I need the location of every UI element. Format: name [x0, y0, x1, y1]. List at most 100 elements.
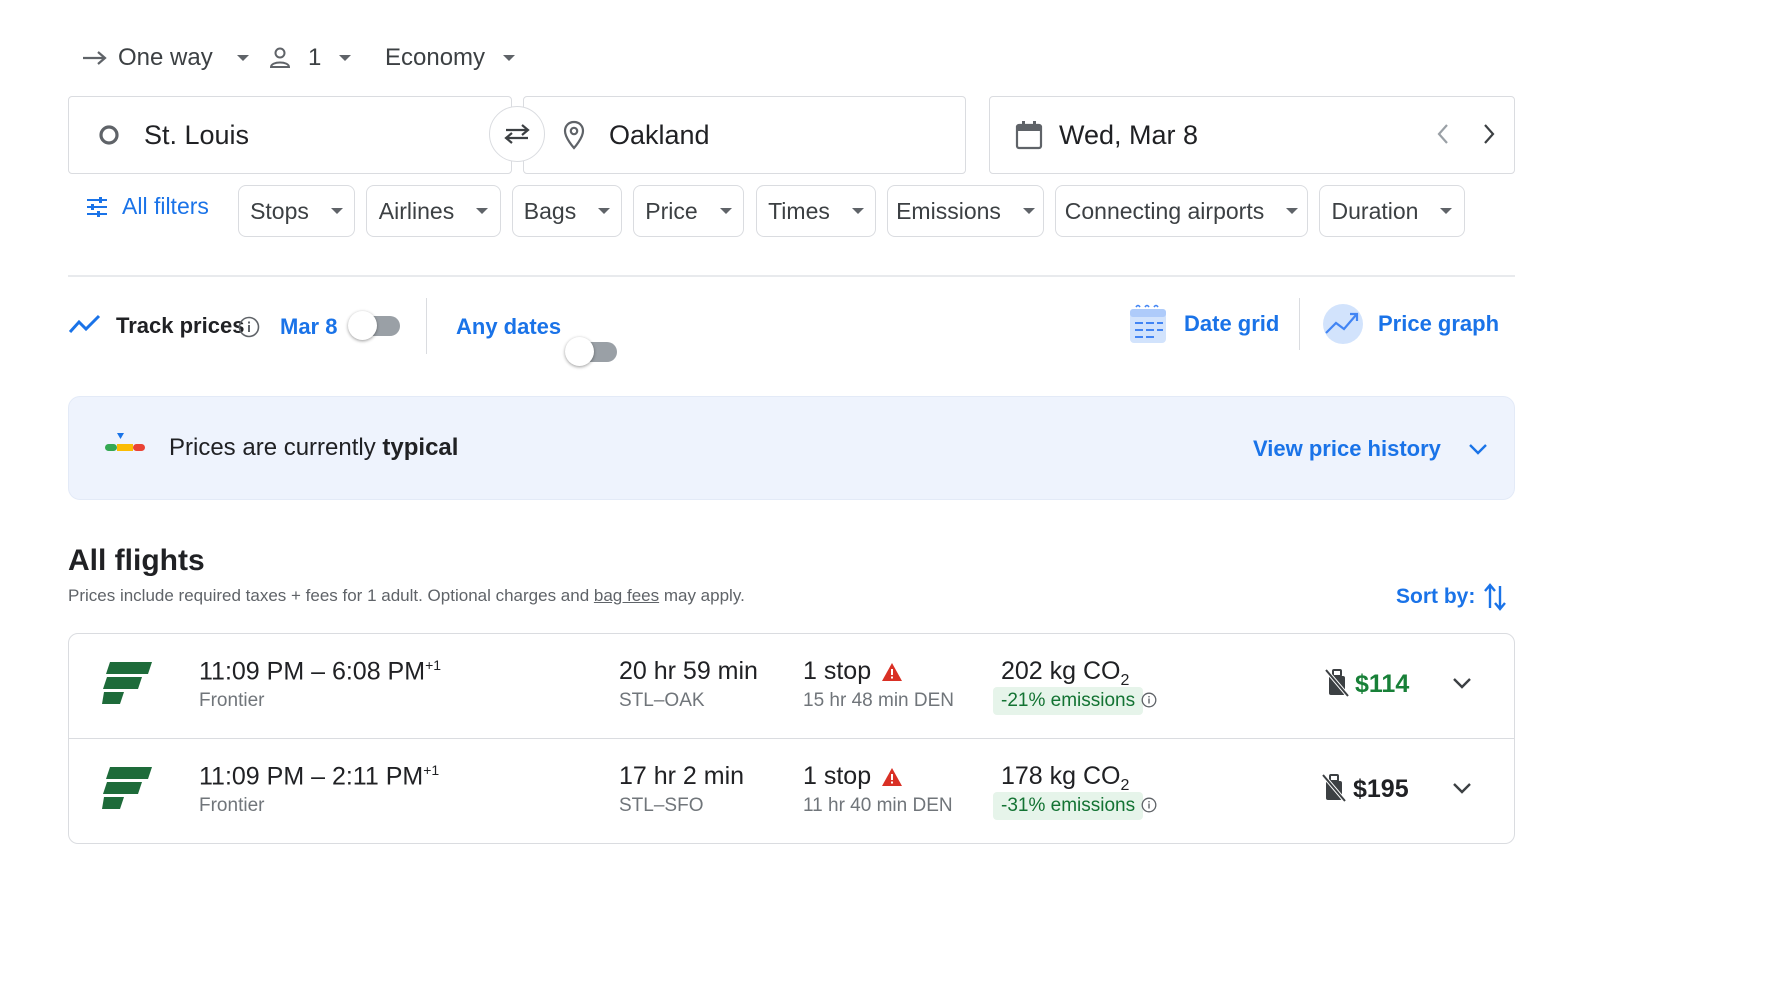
filter-chip-airlines[interactable]: Airlines	[366, 185, 501, 237]
price-graph-label: Price graph	[1378, 311, 1500, 336]
chip-label: Price	[645, 197, 698, 224]
expand-button[interactable]	[1451, 781, 1473, 800]
filter-chip-times[interactable]: Times	[756, 185, 876, 237]
all-filters-button[interactable]: All filters	[86, 193, 209, 220]
chip-label: Bags	[523, 197, 577, 224]
track-prices-toggle[interactable]	[348, 311, 400, 340]
next-date-button[interactable]	[1479, 120, 1499, 153]
co2-amount: 178 kg CO2	[1001, 762, 1129, 795]
layover-info: 11 hr 40 min DEN	[803, 795, 953, 816]
any-dates-label: Any dates	[456, 314, 562, 339]
co2-amount: 202 kg CO2	[1001, 657, 1129, 690]
info-icon[interactable]	[1141, 797, 1157, 818]
expand-button[interactable]	[1451, 676, 1473, 695]
stops-info: 1 stop	[803, 762, 903, 791]
section-title: All flights	[68, 544, 205, 577]
chevron-down-icon	[503, 55, 516, 61]
chevron-down-icon	[1022, 208, 1035, 214]
class-select[interactable]: Economy	[385, 44, 516, 72]
passengers-select[interactable]: 1	[268, 44, 352, 72]
filter-chip-bags[interactable]: Bags	[512, 185, 622, 237]
divider	[68, 275, 1515, 277]
filter-chip-emissions[interactable]: Emissions	[887, 185, 1044, 237]
no-carry-on-icon	[1321, 773, 1347, 808]
disclaimer-text: Prices include required taxes + fees for…	[68, 586, 594, 605]
emissions-badge: -21% emissions	[993, 687, 1144, 715]
flight-times-text: 11:09 PM – 2:11 PM	[199, 762, 424, 791]
origin-value: St. Louis	[144, 119, 250, 150]
chevron-down-icon	[719, 208, 732, 214]
origin-field[interactable]: St. Louis	[68, 96, 512, 174]
warning-icon	[882, 767, 903, 786]
all-filters-label: All filters	[122, 193, 209, 219]
emissions-badge: -31% emissions	[993, 792, 1144, 820]
flight-duration: 20 hr 59 min	[619, 657, 758, 685]
destination-field[interactable]: Oakland	[523, 96, 966, 174]
plus-day: +1	[425, 657, 442, 673]
bag-fees-link[interactable]: bag fees	[594, 586, 659, 605]
trend-icon	[68, 312, 102, 341]
filter-chip-price[interactable]: Price	[633, 185, 744, 237]
sort-icon	[1484, 583, 1507, 611]
circle-icon	[99, 125, 119, 145]
filter-chip-connecting-airports[interactable]: Connecting airports	[1055, 185, 1308, 237]
flight-route: STL–SFO	[619, 795, 704, 816]
flight-times: 11:09 PM – 6:08 PM+1	[199, 657, 441, 686]
chevron-down-icon	[1286, 208, 1299, 214]
chip-label: Connecting airports	[1064, 197, 1265, 224]
disclaimer-text-end: may apply.	[659, 586, 745, 605]
chevron-down-icon	[598, 208, 611, 214]
chevron-down-icon	[339, 55, 352, 61]
layover-info: 15 hr 48 min DEN	[803, 690, 955, 711]
sort-label: Sort by:	[1396, 585, 1476, 608]
date-grid-button[interactable]: Date grid	[1128, 303, 1279, 345]
price-insight-prefix: Prices are currently	[169, 434, 383, 461]
chevron-down-icon	[851, 208, 864, 214]
flight-duration: 17 hr 2 min	[619, 762, 745, 790]
chip-label: Times	[768, 197, 830, 224]
any-dates-toggle[interactable]	[565, 337, 617, 366]
class-label: Economy	[385, 44, 486, 71]
flight-route: STL–OAK	[619, 690, 705, 711]
frontier-logo-icon	[102, 662, 154, 711]
sort-button[interactable]: Sort by:	[1396, 582, 1507, 612]
plus-day: +1	[423, 762, 440, 778]
trip-type-select[interactable]: One way	[82, 44, 249, 72]
price-graph-button[interactable]: Price graph	[1322, 303, 1499, 345]
view-price-history-label: View price history	[1253, 436, 1441, 461]
chevron-right-icon	[1484, 124, 1495, 144]
chip-label: Duration	[1331, 197, 1419, 224]
stops-info: 1 stop	[803, 657, 903, 686]
arrow-right-icon	[83, 51, 107, 65]
filter-chip-duration[interactable]: Duration	[1319, 185, 1465, 237]
co2-text: 202 kg CO	[1001, 657, 1121, 685]
chevron-down-icon	[1469, 444, 1487, 455]
track-prices-label: Track prices	[116, 313, 245, 338]
stops-count: 1 stop	[803, 762, 872, 790]
calendar-icon	[1015, 121, 1043, 150]
divider	[1299, 298, 1300, 350]
trip-type-label: One way	[118, 44, 213, 71]
filter-chip-stops[interactable]: Stops	[238, 185, 355, 237]
info-icon[interactable]	[238, 316, 260, 343]
divider	[426, 298, 427, 354]
tune-icon	[87, 196, 107, 217]
price-graph-icon	[1323, 304, 1363, 344]
chevron-down-icon	[1453, 678, 1471, 689]
track-date: Mar 8	[280, 314, 338, 339]
swap-icon	[504, 124, 530, 144]
location-pin-icon	[563, 120, 585, 150]
flight-price: $195	[1353, 775, 1409, 803]
chevron-down-icon	[1440, 208, 1453, 214]
flight-price: $114	[1355, 670, 1410, 698]
person-icon	[269, 47, 291, 68]
destination-value: Oakland	[609, 119, 710, 150]
airline-name: Frontier	[199, 795, 265, 816]
info-icon[interactable]	[1141, 692, 1157, 713]
view-price-history-button[interactable]: View price history	[1253, 436, 1489, 462]
previous-date-button[interactable]	[1433, 120, 1453, 153]
price-status: typical	[382, 434, 459, 461]
chevron-down-icon	[476, 208, 489, 214]
flight-row[interactable]	[68, 739, 1515, 844]
swap-button[interactable]	[489, 106, 545, 162]
